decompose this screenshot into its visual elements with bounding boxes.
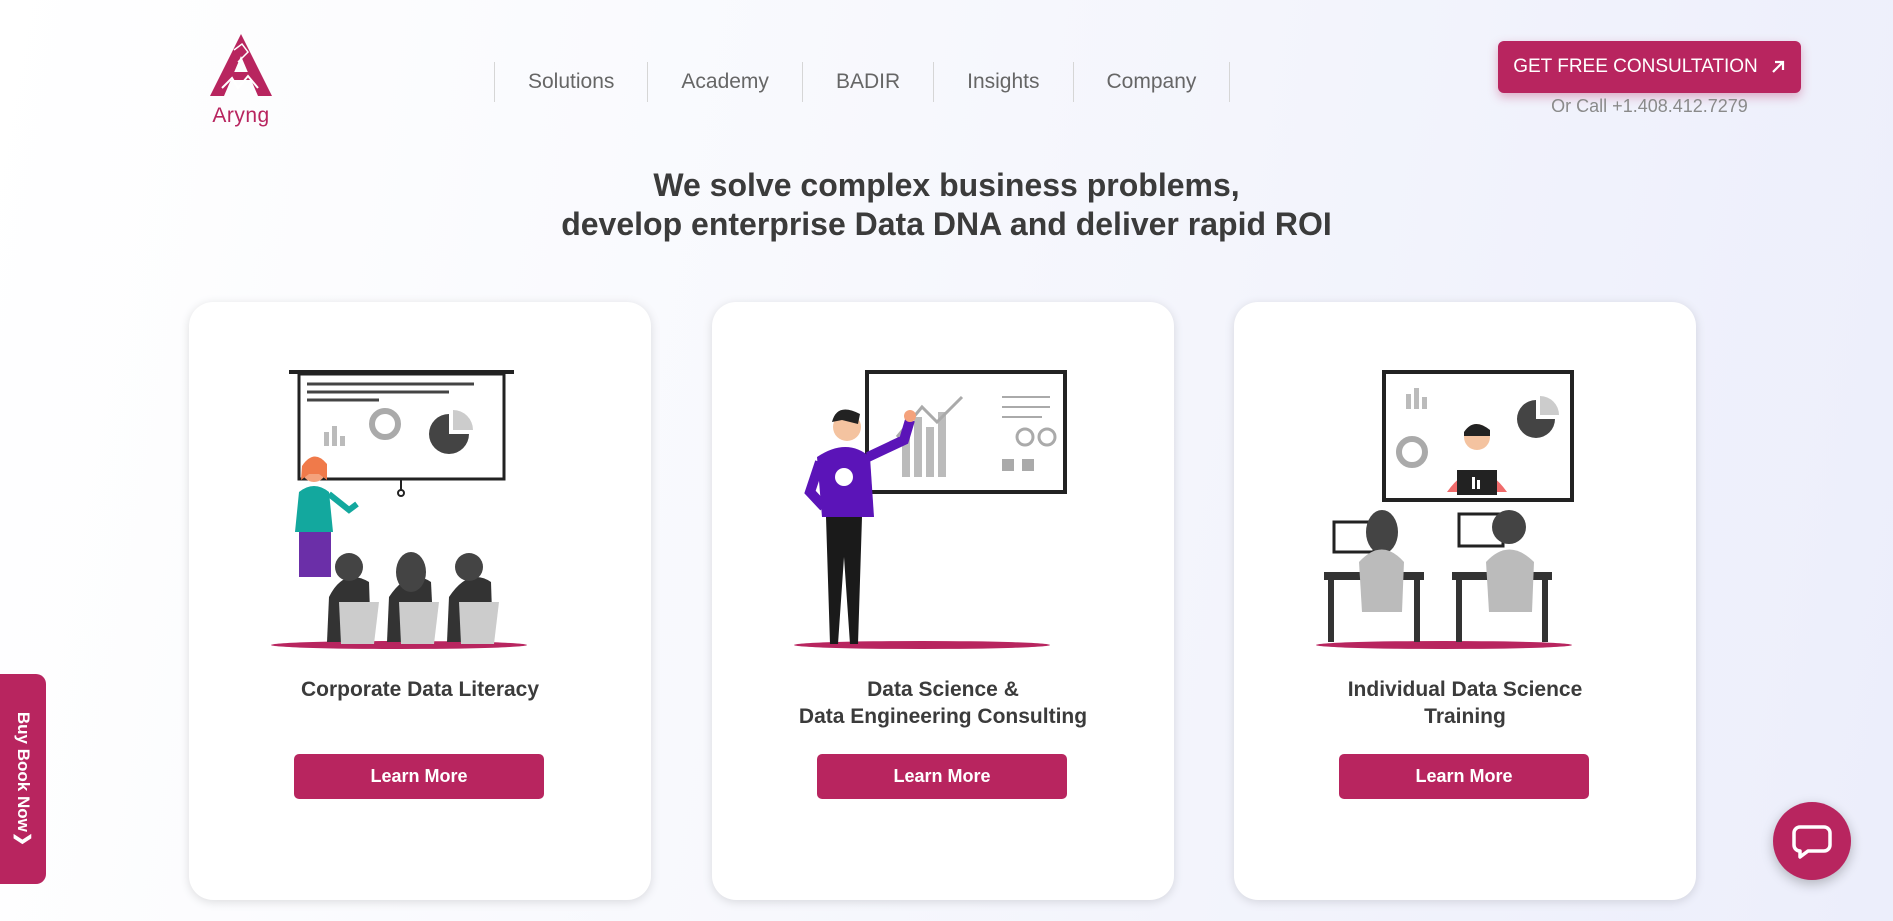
logo-text: Aryng [212,104,270,127]
card-corporate-data-literacy: Corporate Data Literacy Learn More [189,302,651,900]
main-nav: Solutions Academy BADIR Insights Company [494,62,1231,102]
chat-bubble-icon [1792,825,1832,859]
presenter-with-audience-illustration [271,370,527,649]
call-text: Or Call +1.408.412.7279 [1551,96,1748,116]
page-headline: We solve complex business problems, deve… [0,166,1893,244]
online-training-illustration [1316,370,1574,649]
learn-more-button[interactable]: Learn More [1339,754,1589,799]
card-title-line-2: Data Engineering Consulting [798,705,1088,728]
man-pointing-at-board-illustration [794,370,1067,649]
card-title: Corporate Data Literacy [209,676,631,703]
nav-item-company[interactable]: Company [1072,62,1231,102]
card-title: Individual Data Science Training [1254,676,1676,730]
nav-item-badir[interactable]: BADIR [801,62,933,102]
chat-button[interactable] [1773,802,1851,880]
card-title-line-2: Training [1424,705,1506,728]
nav-item-insights[interactable]: Insights [933,62,1072,102]
card-title: Data Science & Data Engineering Consulti… [732,676,1154,730]
cta-label: GET FREE CONSULTATION [1513,56,1758,77]
arrow-up-right-icon [1772,60,1784,73]
aryng-logo-icon [210,34,272,96]
card-title-line: Corporate Data Literacy [300,678,540,701]
learn-more-button[interactable]: Learn More [817,754,1067,799]
card-title-line-1: Individual Data Science [1347,678,1583,701]
buy-book-now-tab[interactable]: Buy Book Now❯ [0,674,46,884]
learn-more-button[interactable]: Learn More [294,754,544,799]
card-data-science-consulting: Data Science & Data Engineering Consulti… [712,302,1174,900]
nav-item-academy[interactable]: Academy [647,62,802,102]
buy-book-now-label: Buy Book Now❯ [14,711,34,847]
headline-line-1: We solve complex business problems, [653,167,1240,203]
nav-item-solutions[interactable]: Solutions [494,62,647,102]
card-title-line-1: Data Science & [867,678,1019,701]
brand-logo[interactable]: Aryng [206,32,276,128]
headline-line-2: develop enterprise Data DNA and deliver … [561,206,1332,242]
free-consultation-button[interactable]: GET FREE CONSULTATION [1498,41,1801,93]
card-individual-training: Individual Data Science Training Learn M… [1234,302,1696,900]
